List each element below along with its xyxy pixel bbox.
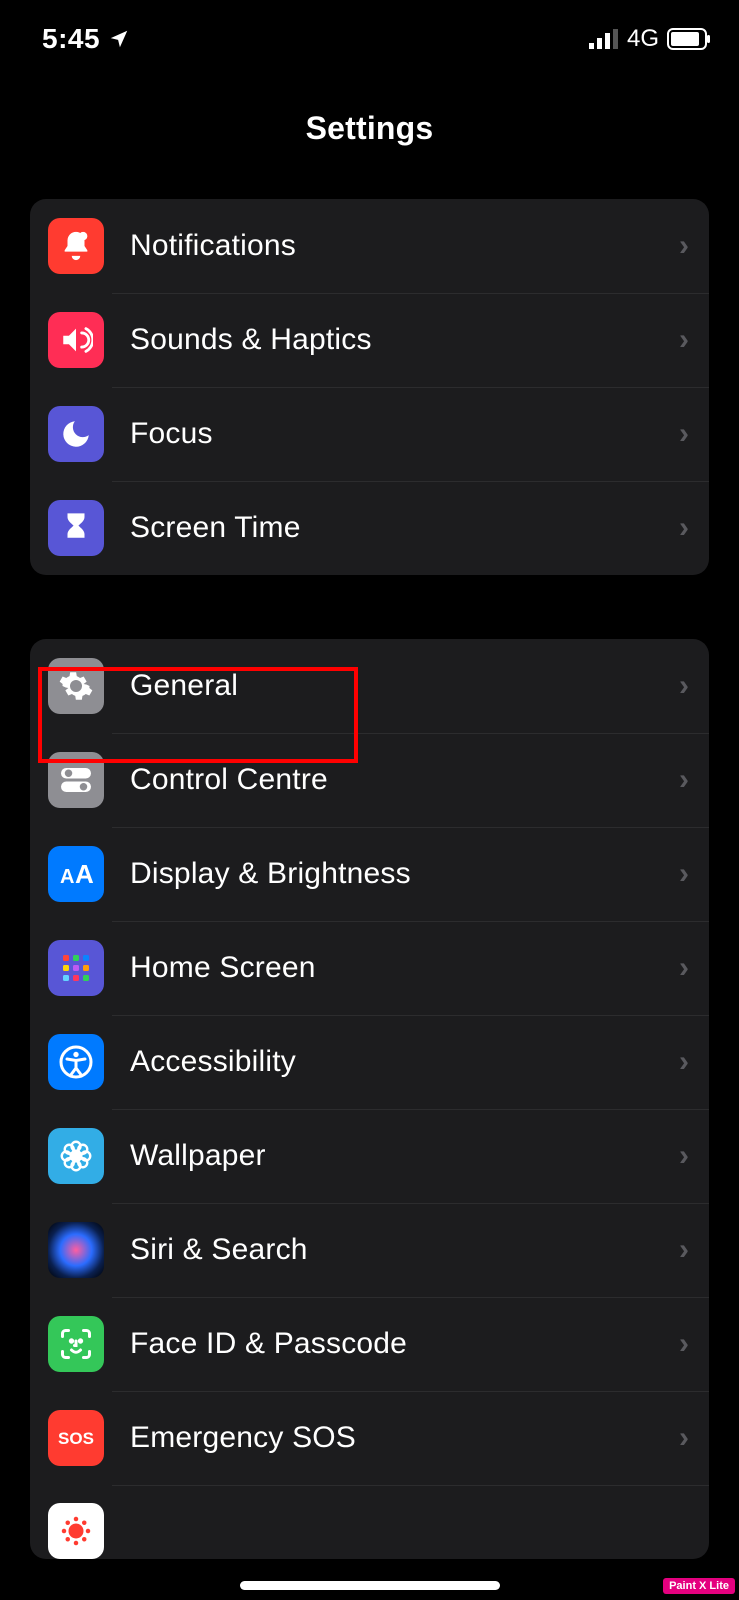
chevron-right-icon: › [679,511,689,545]
content: Notifications › Sounds & Haptics › Focus… [0,179,739,1559]
chevron-right-icon: › [679,229,689,263]
svg-text:A: A [75,859,94,889]
settings-group-2: General › Control Centre › AA Display & … [30,639,709,1559]
chevron-right-icon: › [679,1045,689,1079]
row-partial[interactable] [30,1485,709,1559]
row-label: Focus [130,417,679,451]
row-label: Notifications [130,229,679,263]
row-display-brightness[interactable]: AA Display & Brightness › [30,827,709,921]
row-siri-search[interactable]: Siri & Search › [30,1203,709,1297]
toggles-icon [48,752,104,808]
moon-icon [48,406,104,462]
hourglass-icon [48,500,104,556]
row-sounds-haptics[interactable]: Sounds & Haptics › [30,293,709,387]
row-home-screen[interactable]: Home Screen › [30,921,709,1015]
row-label: Siri & Search [130,1233,679,1267]
row-screen-time[interactable]: Screen Time › [30,481,709,575]
text-size-icon: AA [48,846,104,902]
svg-text:A: A [60,866,74,888]
flower-icon [48,1128,104,1184]
row-label: Sounds & Haptics [130,323,679,357]
row-accessibility[interactable]: Accessibility › [30,1015,709,1109]
svg-text:SOS: SOS [58,1429,94,1448]
row-label: Control Centre [130,763,679,797]
chevron-right-icon: › [679,1233,689,1267]
grid-icon [48,940,104,996]
status-right: 4G [589,25,711,53]
row-label: Accessibility [130,1045,679,1079]
row-face-id-passcode[interactable]: Face ID & Passcode › [30,1297,709,1391]
signal-icon [589,29,619,49]
row-label: Emergency SOS [130,1421,679,1455]
row-general[interactable]: General › [30,639,709,733]
chevron-right-icon: › [679,417,689,451]
row-label: Home Screen [130,951,679,985]
chevron-right-icon: › [679,323,689,357]
chevron-right-icon: › [679,1421,689,1455]
watermark: Paint X Lite [663,1578,735,1594]
row-label: Wallpaper [130,1139,679,1173]
sos-icon: SOS [48,1410,104,1466]
chevron-right-icon: › [679,1139,689,1173]
speaker-icon [48,312,104,368]
page-header: Settings [0,60,739,179]
location-icon [108,28,130,50]
home-indicator[interactable] [240,1581,500,1590]
row-emergency-sos[interactable]: SOS Emergency SOS › [30,1391,709,1485]
status-time: 5:45 [42,23,100,55]
chevron-right-icon: › [679,951,689,985]
row-label: Face ID & Passcode [130,1327,679,1361]
network-label: 4G [627,25,659,53]
bell-icon [48,218,104,274]
accessibility-icon [48,1034,104,1090]
chevron-right-icon: › [679,763,689,797]
page-title: Settings [0,110,739,147]
row-label: Screen Time [130,511,679,545]
gear-icon [48,658,104,714]
status-bar: 5:45 4G [0,0,739,60]
virus-icon [48,1503,104,1559]
chevron-right-icon: › [679,669,689,703]
row-focus[interactable]: Focus › [30,387,709,481]
row-label: General [130,669,679,703]
row-wallpaper[interactable]: Wallpaper › [30,1109,709,1203]
face-id-icon [48,1316,104,1372]
settings-group-1: Notifications › Sounds & Haptics › Focus… [30,199,709,575]
row-label: Display & Brightness [130,857,679,891]
siri-icon [48,1222,104,1278]
chevron-right-icon: › [679,857,689,891]
battery-icon [667,28,711,50]
chevron-right-icon: › [679,1327,689,1361]
row-notifications[interactable]: Notifications › [30,199,709,293]
row-control-centre[interactable]: Control Centre › [30,733,709,827]
status-left: 5:45 [42,23,130,55]
